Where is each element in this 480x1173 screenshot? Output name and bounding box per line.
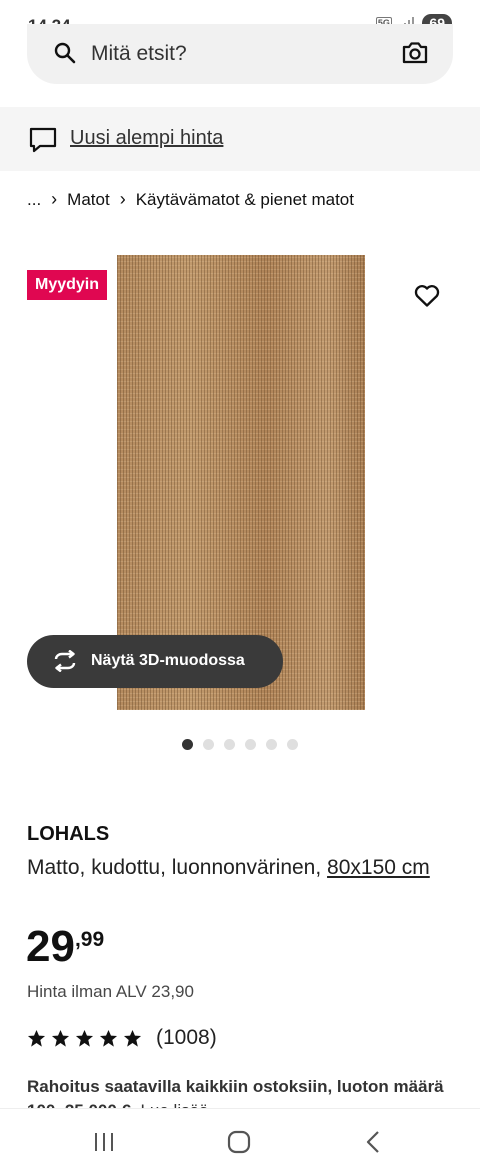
pagination-dot[interactable] <box>182 739 193 750</box>
chevron-right-icon: › <box>119 189 126 209</box>
recents-icon[interactable] <box>92 1131 116 1153</box>
rotate-3d-icon <box>54 650 76 672</box>
product-brand: LOHALS <box>27 823 110 845</box>
breadcrumb: ... › Matot › Käytävämatot & pienet mato… <box>27 189 354 210</box>
heart-icon[interactable] <box>414 284 440 308</box>
pagination-dot[interactable] <box>266 739 277 750</box>
chat-icon <box>29 127 57 153</box>
view-3d-button[interactable]: Näytä 3D-muodossa <box>27 635 283 688</box>
price-without-vat: Hinta ilman ALV 23,90 <box>27 982 194 1001</box>
system-navigation-bar <box>0 1108 480 1173</box>
image-pagination <box>182 739 298 750</box>
search-icon <box>54 42 76 64</box>
product-description: Matto, kudottu, luonnonvärinen, 80x150 c… <box>27 852 447 884</box>
pagination-dot[interactable] <box>203 739 214 750</box>
product-size-link[interactable]: 80x150 cm <box>327 856 430 879</box>
view-3d-label: Näytä 3D-muodossa <box>91 652 245 669</box>
pagination-dot[interactable] <box>287 739 298 750</box>
search-input[interactable]: Mitä etsit? <box>91 42 187 66</box>
breadcrumb-item-kaytavamatot[interactable]: Käytävämatot & pienet matot <box>136 190 354 210</box>
pagination-dot[interactable] <box>224 739 235 750</box>
breadcrumb-ellipsis[interactable]: ... <box>27 190 41 210</box>
price-notice[interactable]: Uusi alempi hinta <box>0 107 480 171</box>
price-decimal: ,99 <box>74 928 105 951</box>
product-price: 29,99 <box>26 922 104 972</box>
price-integer: 29 <box>26 922 75 971</box>
star-icon <box>75 1029 94 1047</box>
star-icon <box>27 1029 46 1047</box>
pagination-dot[interactable] <box>245 739 256 750</box>
breadcrumb-item-matot[interactable]: Matot <box>67 190 110 210</box>
product-description-text: Matto, kudottu, luonnonvärinen, <box>27 856 322 879</box>
search-bar[interactable]: Mitä etsit? <box>27 24 453 84</box>
product-rating[interactable]: (1008) <box>27 1026 217 1050</box>
camera-icon[interactable] <box>401 40 429 66</box>
price-notice-link[interactable]: Uusi alempi hinta <box>70 127 223 150</box>
back-icon[interactable] <box>364 1129 382 1155</box>
chevron-right-icon: › <box>51 189 58 209</box>
home-icon[interactable] <box>226 1129 252 1155</box>
star-icon <box>123 1029 142 1047</box>
rating-count: (1008) <box>156 1026 217 1049</box>
rating-stars <box>27 1029 142 1048</box>
bestseller-badge: Myydyin <box>27 270 108 300</box>
star-icon <box>51 1029 70 1047</box>
star-icon <box>99 1029 118 1047</box>
